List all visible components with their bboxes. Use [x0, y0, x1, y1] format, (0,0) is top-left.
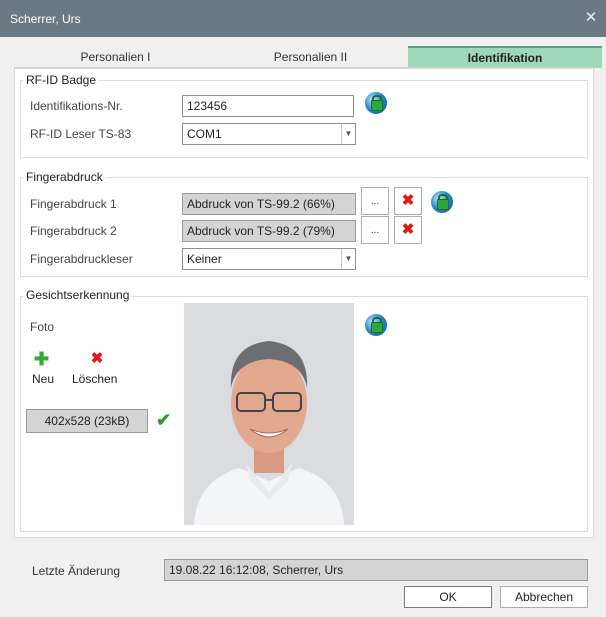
image-info-value: 402x528 (23kB) — [44, 414, 130, 428]
delete-label: Löschen — [72, 372, 118, 386]
window-title: Scherrer, Urs — [10, 12, 81, 26]
new-photo-button[interactable]: ✚ Neu — [32, 349, 62, 388]
tab-personalien-1[interactable]: Personalien I — [18, 46, 213, 68]
green-plus-icon: ✚ — [34, 349, 50, 369]
new-label: Neu — [32, 372, 55, 386]
chevron-down-icon[interactable]: ▼ — [341, 124, 355, 144]
red-x-icon: ✖ — [401, 221, 415, 238]
globe-lock-icon[interactable] — [365, 314, 387, 336]
fingerprint-2-browse-button[interactable]: ... — [361, 216, 389, 244]
fingerprint-1-value: Abdruck von TS-99.2 (66%) — [187, 197, 335, 211]
fingerprint-1-label: Fingerabdruck 1 — [30, 197, 117, 211]
red-x-icon: ✖ — [90, 350, 104, 367]
fingerprint-reader-label: Fingerabdruckleser — [30, 252, 133, 266]
globe-lock-icon[interactable] — [365, 92, 387, 114]
fingerprint-1-browse-button[interactable]: ... — [361, 187, 389, 215]
last-change-label: Letzte Änderung — [32, 564, 121, 578]
person-photo — [184, 303, 354, 525]
cancel-button[interactable]: Abbrechen — [500, 586, 588, 608]
image-info-field: 402x528 (23kB) — [26, 409, 148, 433]
last-change-field: 19.08.22 16:12:08, Scherrer, Urs — [164, 559, 588, 581]
close-icon: ✕ — [584, 9, 598, 26]
id-number-input[interactable]: 123456 — [182, 95, 354, 117]
id-number-label: Identifikations-Nr. — [30, 99, 123, 113]
rfid-group-title: RF-ID Badge — [23, 73, 100, 87]
rfid-reader-label: RF-ID Leser TS-83 — [30, 127, 132, 141]
globe-lock-icon[interactable] — [431, 191, 453, 213]
fingerprint-2-label: Fingerabdruck 2 — [30, 224, 117, 238]
delete-photo-button[interactable]: ✖ Löschen — [70, 350, 120, 388]
tab-identifikation[interactable]: Identifikation — [408, 46, 602, 68]
checkmark-icon: ✔ — [156, 410, 172, 430]
last-change-value: 19.08.22 16:12:08, Scherrer, Urs — [169, 563, 344, 577]
fingerprint-2-delete-button[interactable]: ✖ — [394, 216, 422, 244]
tab-personalien-2[interactable]: Personalien II — [213, 46, 408, 68]
close-button[interactable]: ✕ — [580, 8, 602, 28]
fingerprint-1-field: Abdruck von TS-99.2 (66%) — [182, 193, 356, 215]
fingerprint-2-value: Abdruck von TS-99.2 (79%) — [187, 224, 335, 238]
photo-label: Foto — [30, 320, 55, 334]
fingerprint-2-field: Abdruck von TS-99.2 (79%) — [182, 220, 356, 242]
fingerprint-reader-value: Keiner — [187, 252, 222, 266]
fingerprint-1-delete-button[interactable]: ✖ — [394, 187, 422, 215]
face-group-title: Gesichtserkennung — [23, 288, 133, 302]
title-bar: Scherrer, Urs ✕ — [0, 0, 606, 37]
red-x-icon: ✖ — [401, 192, 415, 209]
rfid-reader-value: COM1 — [187, 127, 222, 141]
ok-button[interactable]: OK — [404, 586, 492, 608]
rfid-reader-select[interactable]: COM1 ▼ — [182, 123, 356, 145]
rfid-group — [20, 80, 588, 158]
photo-image — [184, 303, 354, 525]
chevron-down-icon[interactable]: ▼ — [341, 249, 355, 269]
fingerprint-group-title: Fingerabdruck — [23, 170, 106, 184]
id-number-value: 123456 — [187, 99, 228, 113]
fingerprint-reader-select[interactable]: Keiner ▼ — [182, 248, 356, 270]
